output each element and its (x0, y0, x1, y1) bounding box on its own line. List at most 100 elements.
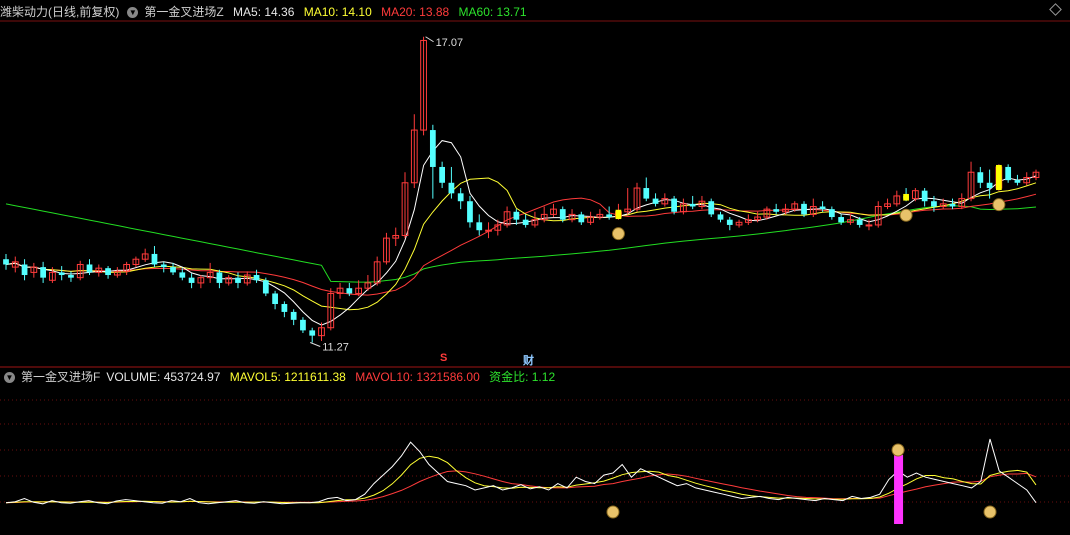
candle (336, 282, 344, 299)
candle (309, 327, 316, 343)
mavol5-line (5, 455, 1037, 504)
candle (216, 269, 223, 289)
ma60-label: MA60: 13.71 (458, 5, 527, 19)
candle (188, 273, 195, 289)
candle (522, 214, 529, 228)
candle-body-down (253, 275, 260, 281)
candle-body-down (105, 268, 111, 276)
candle-body-down (726, 219, 733, 225)
settings-icon[interactable]: ▼ (127, 7, 139, 19)
candle (652, 193, 659, 207)
candle-body-down (559, 209, 566, 220)
candle-body-down (151, 253, 158, 265)
candle (624, 188, 632, 215)
candle (921, 188, 928, 207)
candle-body-down (977, 172, 984, 183)
candle (671, 195, 677, 215)
candle (206, 262, 214, 283)
candle (281, 301, 288, 318)
candle (383, 232, 390, 265)
candle (503, 206, 511, 228)
candle (467, 195, 473, 228)
mavol10-label: MAVOL10: 1321586.00 (355, 370, 480, 384)
candle (689, 195, 696, 210)
candle (123, 261, 131, 276)
candle (531, 211, 539, 228)
candle (3, 253, 9, 270)
candle (828, 206, 835, 220)
candle (401, 172, 409, 239)
volume-label: VOLUME: 453724.97 (106, 370, 221, 384)
candle (30, 262, 38, 278)
candle-body-down (21, 264, 28, 276)
candle-body-down (235, 277, 241, 283)
candle (318, 322, 325, 341)
candle-body-down (828, 209, 835, 218)
candle-body-down (522, 219, 529, 225)
volume-spike-bar (894, 455, 904, 524)
candle (439, 161, 446, 189)
money-bag-icon (606, 505, 620, 519)
candle-body-down (86, 264, 93, 273)
money-bag-icon (992, 198, 1006, 212)
candle (893, 190, 901, 207)
candle (698, 195, 706, 210)
ma5-label: MA5: 14.36 (233, 5, 295, 19)
cai-marker[interactable]: 财 (523, 352, 534, 368)
candle (884, 198, 891, 210)
candle (578, 211, 585, 225)
candle-body-down (476, 222, 483, 231)
candle (141, 248, 149, 262)
candle-body-down (1014, 180, 1021, 183)
candle-body-down (838, 217, 845, 223)
candle (958, 193, 966, 210)
candle-body-down (170, 267, 176, 273)
candle-body-down (262, 280, 269, 294)
stock-title: 潍柴动力(日线,前复权) (0, 5, 120, 19)
candle-body-down (671, 198, 677, 212)
candle (68, 271, 74, 282)
candle-body-down (272, 293, 278, 305)
volume-settings-icon[interactable]: ▼ (4, 372, 15, 384)
low-pointer (310, 342, 321, 347)
candle-body-down (773, 209, 780, 212)
money-bag-icon (983, 505, 997, 519)
candle-body-down (467, 201, 473, 223)
candle (596, 209, 604, 220)
signal-candle (996, 164, 1002, 191)
candle-body-down (457, 193, 464, 202)
candle-body-down (856, 219, 863, 225)
candle (355, 280, 362, 297)
candle (21, 259, 28, 281)
candle-body-down (949, 203, 956, 207)
candle (587, 211, 594, 225)
candle (809, 198, 817, 218)
ma20-label: MA20: 13.88 (381, 5, 450, 19)
candle-body-down (216, 272, 223, 283)
candle (773, 203, 780, 215)
s-marker[interactable]: S (440, 352, 447, 364)
candle-body-up (865, 224, 873, 227)
candle-body-down (708, 201, 715, 215)
candle (420, 36, 427, 136)
candle (457, 188, 464, 210)
candle-body-down (309, 330, 316, 336)
candle (949, 198, 956, 210)
high-price-label: 17.07 (436, 37, 464, 49)
candle-body-down (3, 259, 9, 265)
candle (364, 275, 372, 291)
candle (197, 275, 205, 289)
candle (40, 261, 46, 283)
candle (225, 275, 233, 286)
money-bag-icon (891, 443, 905, 457)
candle (1005, 164, 1012, 183)
candle-body-down (300, 319, 306, 331)
candle-body-down (281, 304, 288, 312)
candle (977, 166, 984, 189)
candle (726, 217, 733, 231)
main-indicator-name: 第一金叉进场Z (144, 5, 224, 19)
money-bag-icon (899, 208, 913, 222)
candle-body-down (652, 198, 659, 204)
mavol5-label: MAVOL5: 1211611.38 (229, 370, 346, 384)
candle-body-down (1005, 166, 1012, 181)
